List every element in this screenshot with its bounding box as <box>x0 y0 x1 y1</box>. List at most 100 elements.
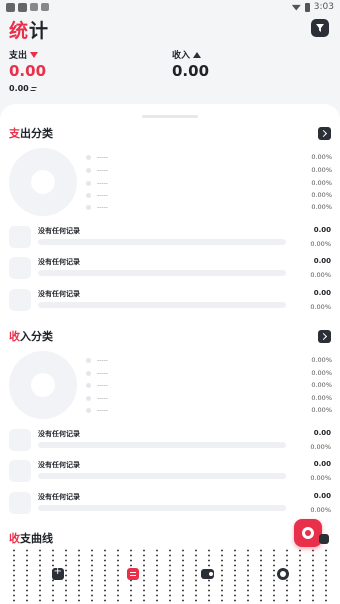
legend-dot <box>86 395 91 401</box>
tab-profile[interactable] <box>269 560 297 588</box>
record-amount: 0.00 <box>313 460 331 468</box>
legend-name: ----- <box>97 406 108 414</box>
balance-icon <box>30 86 37 91</box>
record-label: 没有任何记录 <box>38 290 80 298</box>
record-percent: 0.00% <box>310 474 331 482</box>
record-percent: 0.00% <box>310 506 331 514</box>
record-amount: 0.00 <box>313 257 331 265</box>
legend-dot <box>86 154 91 160</box>
status-bar: 3:03 <box>0 0 340 14</box>
drag-handle[interactable] <box>142 115 198 118</box>
add-icon <box>51 566 64 580</box>
expense-section-title-rest: 出分类 <box>20 127 53 140</box>
legend-pct: 0.00% <box>311 153 332 161</box>
tab-wallet[interactable] <box>194 560 222 588</box>
income-section-title-rest: 入分类 <box>20 330 53 343</box>
notification-icon <box>18 2 27 12</box>
statistics-card[interactable]: 支出分类 ----- 0.00% ----- 0.00% ----- 0.00% --… <box>0 104 340 604</box>
category-icon <box>9 429 31 451</box>
balance: 0.00 <box>9 84 37 93</box>
legend-dot <box>86 407 91 413</box>
page-title-rest: 计 <box>29 20 50 42</box>
expense-section-arrow-button[interactable] <box>318 127 331 140</box>
floating-action-button[interactable] <box>294 519 322 547</box>
income-donut-chart <box>9 351 77 419</box>
tab-statistics[interactable] <box>119 560 147 588</box>
income-arrow-icon <box>193 51 202 58</box>
trend-section-title-rest: 支曲线 <box>20 532 53 545</box>
record-amount: 0.00 <box>313 429 331 437</box>
wallet-icon <box>201 569 214 579</box>
chart-gridline <box>13 548 15 604</box>
record-percent: 0.00% <box>310 443 331 451</box>
page-title: 统计 <box>9 16 49 43</box>
record-item[interactable]: 没有任何记录 0.00 0.00% <box>9 257 331 283</box>
income-total: 0.00 <box>172 62 210 80</box>
record-item[interactable]: 没有任何记录 0.00 0.00% <box>9 429 331 455</box>
record-label: 没有任何记录 <box>38 258 80 266</box>
legend-item: ----- 0.00% <box>86 152 332 162</box>
legend-name: ----- <box>97 179 108 187</box>
record-item[interactable]: 没有任何记录 0.00 0.00% <box>9 226 331 252</box>
legend-dot <box>86 370 91 376</box>
legend-pct: 0.00% <box>311 394 332 402</box>
legend-name: ----- <box>97 356 108 364</box>
legend-item: ----- 0.00% <box>86 405 332 415</box>
legend-pct: 0.00% <box>311 191 332 199</box>
record-item[interactable]: 没有任何记录 0.00 0.00% <box>9 460 331 486</box>
stats-icon <box>126 568 139 580</box>
image-icon <box>30 2 38 11</box>
legend-dot <box>86 382 91 388</box>
filter-button[interactable] <box>311 19 329 37</box>
expense-arrow-icon <box>30 51 39 58</box>
income-section-arrow-button[interactable] <box>318 330 331 343</box>
legend-name: ----- <box>97 166 108 174</box>
legend-name: ----- <box>97 203 108 211</box>
record-amount: 0.00 <box>313 289 331 297</box>
battery-icon <box>304 2 310 12</box>
category-icon <box>9 226 31 248</box>
category-icon <box>9 289 31 311</box>
record-progress-bar <box>38 239 286 245</box>
category-icon <box>9 492 31 514</box>
chart-gridline <box>325 548 327 604</box>
legend-name: ----- <box>97 191 108 199</box>
record-label: 没有任何记录 <box>38 461 80 469</box>
record-percent: 0.00% <box>310 271 331 279</box>
legend-dot <box>86 192 91 198</box>
wifi-icon <box>291 4 301 11</box>
legend-name: ----- <box>97 369 108 377</box>
legend-pct: 0.00% <box>311 203 332 211</box>
legend-item: ----- 0.00% <box>86 178 332 188</box>
expense-section-title: 支出分类 <box>9 125 53 141</box>
income-label: 收入 <box>172 48 202 61</box>
legend-pct: 0.00% <box>311 369 332 377</box>
category-icon <box>9 460 31 482</box>
legend-pct: 0.00% <box>311 179 332 187</box>
record-item[interactable]: 没有任何记录 0.00 0.00% <box>9 492 331 518</box>
legend-pct: 0.00% <box>311 356 332 364</box>
tab-add[interactable] <box>44 560 72 588</box>
clock: 3:03 <box>313 2 334 12</box>
trend-section-title-accent: 收 <box>9 532 20 545</box>
legend-name: ----- <box>97 153 108 161</box>
record-label: 没有任何记录 <box>38 430 80 438</box>
legend-dot <box>86 167 91 173</box>
balance-value: 0.00 <box>9 84 29 93</box>
income-section-title: 收入分类 <box>9 328 53 344</box>
record-progress-bar <box>38 442 286 448</box>
legend-name: ----- <box>97 394 108 402</box>
record-progress-bar <box>38 473 286 479</box>
expense-label-text: 支出 <box>9 51 28 61</box>
record-item[interactable]: 没有任何记录 0.00 0.00% <box>9 289 331 315</box>
record-label: 没有任何记录 <box>38 227 80 235</box>
legend-item: ----- 0.00% <box>86 368 332 378</box>
income-section-title-accent: 收 <box>9 330 20 343</box>
record-progress-bar <box>38 270 286 276</box>
record-progress-bar <box>38 302 286 308</box>
legend-item: ----- 0.00% <box>86 355 332 365</box>
notification-icon <box>6 2 15 12</box>
legend-pct: 0.00% <box>311 381 332 389</box>
app-icon <box>41 2 49 11</box>
record-amount: 0.00 <box>313 226 331 234</box>
